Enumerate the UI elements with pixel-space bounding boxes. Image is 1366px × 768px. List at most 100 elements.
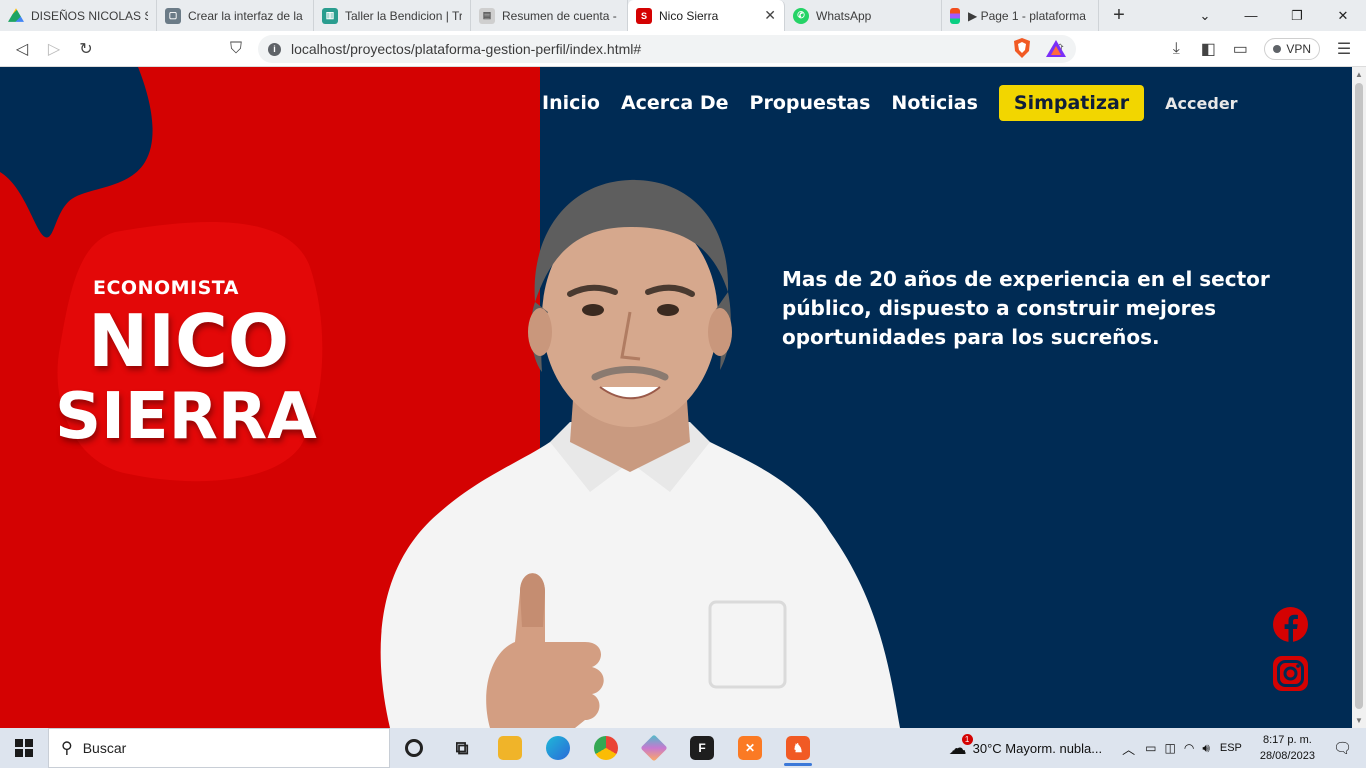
candidate-first-name: NICO xyxy=(88,299,290,383)
hero-tagline: Mas de 20 años de experiencia en el sect… xyxy=(782,267,1270,349)
acceder-link[interactable]: Acceder xyxy=(1165,94,1237,113)
nav-acerca-de[interactable]: Acerca De xyxy=(621,92,729,114)
cortana-icon xyxy=(405,739,423,757)
bookmark-icon[interactable]: ⛉ xyxy=(220,33,252,65)
weather-badge: 1 xyxy=(961,733,973,745)
edge-icon xyxy=(546,736,570,760)
scroll-down-icon[interactable]: ▼ xyxy=(1355,716,1363,725)
diamond-app-icon xyxy=(640,734,668,762)
site-icon: S xyxy=(636,7,652,24)
minimize-button[interactable]: — xyxy=(1228,0,1274,31)
task-view-icon: ⧉ xyxy=(455,737,469,758)
reload-button[interactable]: ↻ xyxy=(70,33,102,65)
candidate-last-name: SIERRA xyxy=(55,380,317,454)
wifi-icon[interactable]: ◠ xyxy=(1184,741,1194,755)
speaker-icon[interactable]: 🔊︎ xyxy=(1202,741,1210,756)
figma-icon xyxy=(950,7,960,24)
chevron-up-icon[interactable]: ︿ xyxy=(1122,739,1135,758)
clock[interactable]: 8:17 p. m. 28/08/2023 xyxy=(1260,732,1315,764)
weather-widget[interactable]: ☁ 1 30°C Mayorm. nubla... xyxy=(949,733,1103,759)
nav-inicio[interactable]: Inicio xyxy=(542,92,600,114)
brave-shield-icon[interactable] xyxy=(1011,37,1033,59)
candidate-role: ECONOMISTA xyxy=(93,277,239,299)
scroll-up-icon[interactable]: ▲ xyxy=(1355,70,1363,79)
edge-button[interactable] xyxy=(534,728,582,768)
tab-label: Resumen de cuenta - N xyxy=(502,8,619,23)
candidate-photo xyxy=(380,179,900,728)
wallet-icon[interactable]: ▭ xyxy=(1224,33,1256,65)
taskbar-search[interactable]: ⚲ Buscar xyxy=(48,728,390,768)
weather-cloud-icon: ☁ 1 xyxy=(949,733,973,759)
page-scrollbar[interactable]: ▲ ▼ xyxy=(1352,67,1366,728)
tab-trello[interactable]: ▥ Taller la Bendicion | Tre xyxy=(314,0,471,31)
nav-noticias[interactable]: Noticias xyxy=(891,92,977,114)
tab-label: ▶ Page 1 - plataforma xyxy=(968,8,1086,23)
notification-icon[interactable]: 🗨︎ xyxy=(1333,739,1352,757)
language-indicator[interactable]: ESP xyxy=(1220,742,1242,754)
app-button[interactable] xyxy=(630,728,678,768)
back-button[interactable]: ◁ xyxy=(6,33,38,65)
tab-label: Taller la Bendicion | Tre xyxy=(345,8,462,23)
xampp-icon: ✕ xyxy=(738,736,762,760)
xampp-button[interactable]: ✕ xyxy=(726,728,774,768)
menu-icon[interactable]: ☰ xyxy=(1328,33,1360,65)
address-bar[interactable]: i localhost/proyectos/plataforma-gestion… xyxy=(258,35,1076,63)
chrome-icon xyxy=(594,736,618,760)
bank-icon: ▤ xyxy=(479,7,495,24)
tab-classroom[interactable]: ▢ Crear la interfaz de la s xyxy=(157,0,314,31)
new-tab-button[interactable]: + xyxy=(1099,0,1139,31)
task-view-button[interactable]: ⧉ xyxy=(438,728,486,768)
tab-nico-sierra[interactable]: S Nico Sierra ✕ xyxy=(628,0,785,31)
meet-icon[interactable]: ◫ xyxy=(1164,741,1175,755)
windows-taskbar: ⚲ Buscar ⧉ F ✕ ♞ ☁ 1 30°C Mayorm. nubla.… xyxy=(0,728,1366,768)
file-explorer-button[interactable] xyxy=(486,728,534,768)
weather-text: 30°C Mayorm. nubla... xyxy=(972,740,1103,756)
clock-date: 28/08/2023 xyxy=(1259,750,1315,762)
tab-label: DISEÑOS NICOLAS SIE xyxy=(31,8,148,23)
facebook-icon[interactable] xyxy=(1272,606,1309,643)
forward-button[interactable]: ▷ xyxy=(38,33,70,65)
vpn-button[interactable]: VPN xyxy=(1264,38,1320,60)
tab-search-chevron-icon[interactable]: ⌄ xyxy=(1182,0,1228,31)
cortana-button[interactable] xyxy=(390,728,438,768)
tab-label: WhatsApp xyxy=(816,8,872,23)
main-nav: Inicio Acerca De Propuestas Noticias Sim… xyxy=(542,84,1238,122)
chrome-button[interactable] xyxy=(582,728,630,768)
google-drive-icon xyxy=(8,8,24,22)
brave-rewards-icon[interactable] xyxy=(1045,38,1067,60)
simpatizar-button[interactable]: Simpatizar xyxy=(998,85,1145,121)
search-icon: ⚲ xyxy=(61,740,73,757)
info-icon[interactable]: i xyxy=(268,42,281,56)
sidebar-icon[interactable]: ◧ xyxy=(1192,33,1224,65)
folder-icon xyxy=(498,736,522,760)
brave-icon: ♞ xyxy=(786,736,810,760)
close-window-button[interactable]: ✕ xyxy=(1320,0,1366,31)
scrollbar-thumb[interactable] xyxy=(1355,83,1363,709)
tab-label: Nico Sierra xyxy=(659,8,719,23)
figma-icon: F xyxy=(690,736,714,760)
tab-whatsapp[interactable]: ✆ WhatsApp xyxy=(785,0,942,31)
restore-button[interactable]: ❐ xyxy=(1274,0,1320,31)
download-icon[interactable]: ⤓ xyxy=(1160,33,1192,65)
nav-propuestas[interactable]: Propuestas xyxy=(750,92,871,114)
tab-figma[interactable]: ▶ Page 1 - plataforma xyxy=(942,0,1099,31)
start-button[interactable] xyxy=(0,728,48,768)
close-icon[interactable]: ✕ xyxy=(764,7,776,24)
vpn-status-icon xyxy=(1273,45,1282,53)
windows-icon xyxy=(15,739,33,757)
battery-icon[interactable]: ▭ xyxy=(1145,741,1156,755)
brave-button[interactable]: ♞ xyxy=(774,728,822,768)
browser-toolbar: ◁ ▷ ↻ ⛉ i localhost/proyectos/plataforma… xyxy=(0,31,1366,67)
instagram-icon[interactable] xyxy=(1272,655,1309,692)
trello-icon: ▥ xyxy=(322,7,338,24)
figma-app-button[interactable]: F xyxy=(678,728,726,768)
url-text: localhost/proyectos/plataforma-gestion-p… xyxy=(291,41,642,57)
vpn-label: VPN xyxy=(1286,42,1311,56)
tab-label: Crear la interfaz de la s xyxy=(188,8,305,23)
tab-google-drive[interactable]: DISEÑOS NICOLAS SIE xyxy=(0,0,157,31)
clock-time: 8:17 p. m. xyxy=(1262,734,1312,746)
classroom-icon: ▢ xyxy=(165,7,181,24)
browser-tab-bar: DISEÑOS NICOLAS SIE ▢ Crear la interfaz … xyxy=(0,0,1366,31)
tab-bank[interactable]: ▤ Resumen de cuenta - N xyxy=(471,0,628,31)
search-placeholder: Buscar xyxy=(82,740,127,756)
